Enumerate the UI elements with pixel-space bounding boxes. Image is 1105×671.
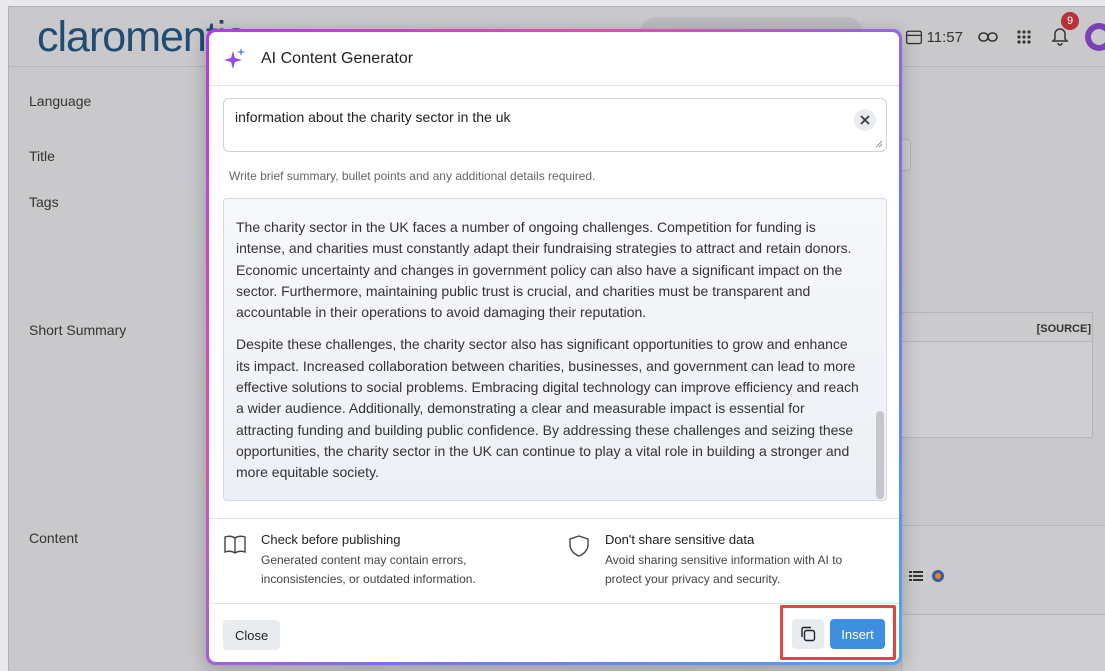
book-icon xyxy=(224,535,246,554)
notifications[interactable]: 9 xyxy=(1049,11,1079,51)
clear-prompt-button[interactable] xyxy=(854,109,876,131)
label-tags: Tags xyxy=(29,194,59,210)
notice-title: Check before publishing xyxy=(261,532,401,547)
notice-title: Don't share sensitive data xyxy=(605,532,755,547)
notice-check-before-publishing: Check before publishing Generated conten… xyxy=(223,532,543,589)
modal-body: AI Content Generator information about t… xyxy=(209,32,899,662)
label-title: Title xyxy=(29,148,55,164)
prompt-input[interactable]: information about the charity sector in … xyxy=(223,98,887,152)
content-toolbar-icons[interactable] xyxy=(909,567,945,583)
resize-grip-icon[interactable] xyxy=(875,140,883,148)
notice-description: Avoid sharing sensitive information with… xyxy=(605,553,843,586)
clock: 11:57 xyxy=(905,28,963,46)
apps-grid-icon[interactable] xyxy=(1013,26,1035,48)
copy-button[interactable] xyxy=(792,619,824,649)
header-actions: 11:57 9 xyxy=(905,11,1105,55)
modal-title: AI Content Generator xyxy=(261,49,414,67)
label-language: Language xyxy=(29,93,92,109)
source-button[interactable]: [SOURCE] xyxy=(1037,323,1091,335)
calendar-icon xyxy=(905,30,922,45)
prompt-hint: Write brief summary, bullet points and a… xyxy=(229,169,596,183)
close-icon xyxy=(860,115,870,125)
notification-badge: 9 xyxy=(1061,11,1079,30)
user-avatar[interactable] xyxy=(1085,23,1105,51)
shield-icon xyxy=(569,535,589,557)
label-short-summary: Short Summary xyxy=(29,322,127,338)
footer-divider xyxy=(209,603,899,604)
media-icon[interactable] xyxy=(931,569,945,583)
output-paragraph: Despite these challenges, the charity se… xyxy=(236,336,859,481)
notice-description: Generated content may contain errors, in… xyxy=(261,553,476,586)
copy-icon xyxy=(801,626,816,642)
link-icon[interactable] xyxy=(977,26,999,48)
ai-content-generator-dialog: AI Content Generator information about t… xyxy=(206,29,902,665)
modal-header: AI Content Generator xyxy=(209,32,899,86)
output-scrollbar-thumb[interactable] xyxy=(876,411,884,499)
generated-content-text: The charity sector in the UK faces a num… xyxy=(236,217,860,495)
list-icon[interactable] xyxy=(909,570,923,582)
notice-dont-share-sensitive-data: Don't share sensitive data Avoid sharing… xyxy=(567,532,877,589)
insert-button[interactable]: Insert xyxy=(830,619,885,649)
close-button[interactable]: Close xyxy=(223,620,281,650)
generated-content-output[interactable]: The charity sector in the UK faces a num… xyxy=(223,198,887,501)
output-scrollbar[interactable] xyxy=(876,201,884,499)
clock-time: 11:57 xyxy=(926,28,963,46)
label-content: Content xyxy=(29,530,79,546)
output-paragraph: The charity sector in the UK faces a num… xyxy=(236,219,852,321)
divider xyxy=(209,518,899,519)
prompt-input-value: information about the charity sector in … xyxy=(235,109,511,125)
sparkles-icon xyxy=(224,47,245,69)
